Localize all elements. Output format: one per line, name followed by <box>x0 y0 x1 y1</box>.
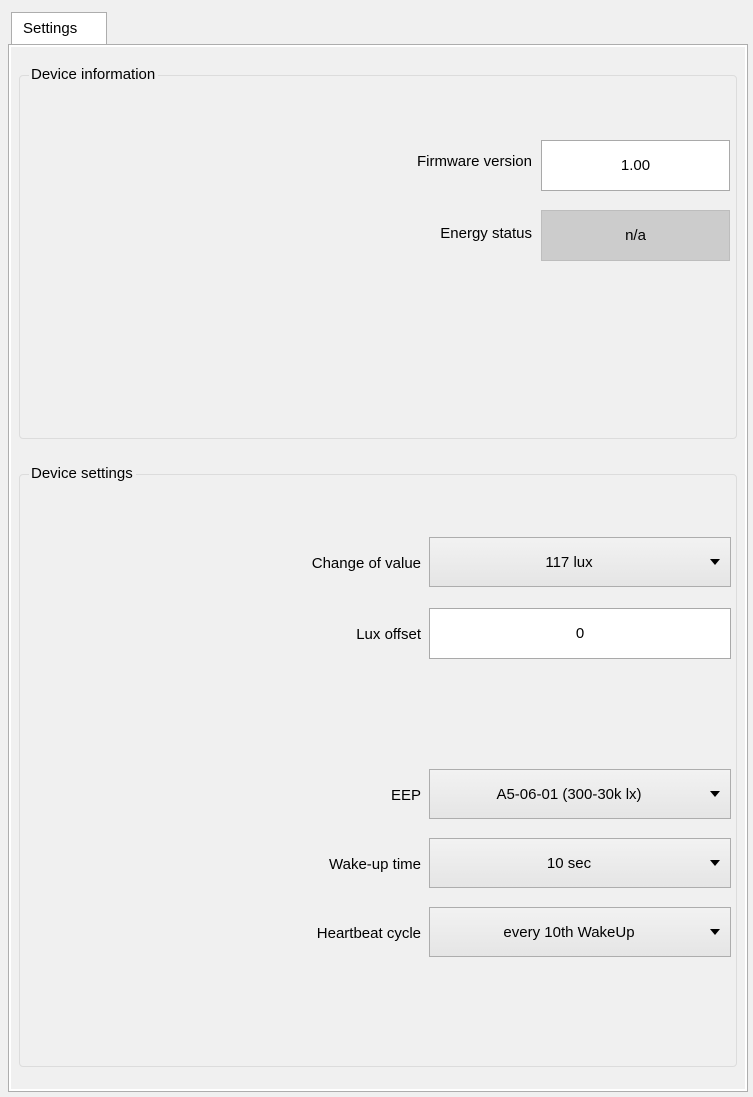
firmware-version-value: 1.00 <box>620 157 651 174</box>
change-of-value-dropdown[interactable]: 117 lux <box>429 537 731 587</box>
eep-value: A5-06-01 (300-30k lx) <box>496 785 642 803</box>
settings-tab-page: Device information Firmware version 1.00… <box>8 44 748 1092</box>
heartbeat-cycle-value: every 10th WakeUp <box>503 923 635 941</box>
heartbeat-cycle-dropdown[interactable]: every 10th WakeUp <box>429 907 731 957</box>
chevron-down-icon <box>710 860 720 866</box>
chevron-down-icon <box>710 791 720 797</box>
device-settings-group: Device settings Change of value 117 lux … <box>19 464 737 1067</box>
device-information-title: Device information <box>29 65 159 85</box>
device-settings-title: Device settings <box>29 464 136 484</box>
settings-panel: Device information Firmware version 1.00… <box>11 47 745 1089</box>
firmware-version-field[interactable]: 1.00 <box>541 140 730 191</box>
tab-settings-label: Settings <box>23 20 78 37</box>
lux-offset-value: 0 <box>575 625 585 642</box>
wake-up-time-dropdown[interactable]: 10 sec <box>429 838 731 888</box>
wake-up-time-label: Wake-up time <box>329 856 421 873</box>
firmware-version-label: Firmware version <box>416 153 532 170</box>
lux-offset-label: Lux offset <box>356 626 421 643</box>
chevron-down-icon <box>710 559 720 565</box>
change-of-value-label: Change of value <box>311 555 421 572</box>
eep-label: EEP <box>390 787 421 804</box>
energy-status-field: n/a <box>541 210 730 261</box>
device-information-group: Device information Firmware version 1.00… <box>19 65 737 439</box>
tab-settings[interactable]: Settings <box>11 12 107 45</box>
eep-dropdown[interactable]: A5-06-01 (300-30k lx) <box>429 769 731 819</box>
energy-status-label: Energy status <box>440 225 532 242</box>
wake-up-time-value: 10 sec <box>546 854 592 872</box>
change-of-value-value: 117 lux <box>545 553 593 571</box>
heartbeat-cycle-label: Heartbeat cycle <box>316 925 421 942</box>
energy-status-value: n/a <box>625 227 646 244</box>
chevron-down-icon <box>710 929 720 935</box>
lux-offset-field[interactable]: 0 <box>429 608 731 659</box>
